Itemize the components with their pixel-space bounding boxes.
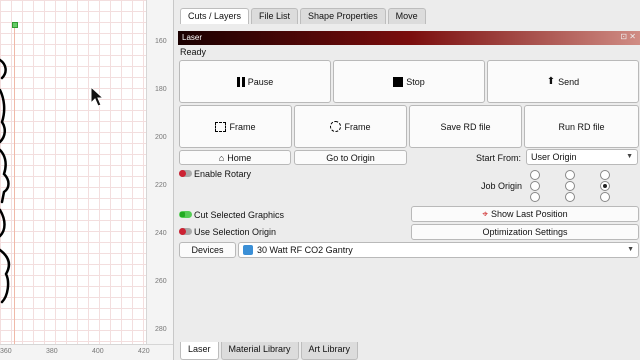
- frame-rect-label: Frame: [229, 121, 256, 132]
- enable-rotary-label: Enable Rotary: [194, 169, 252, 179]
- status-text: Ready: [180, 47, 207, 57]
- job-origin-radio-selected[interactable]: [600, 181, 610, 191]
- selection-handle[interactable]: [12, 22, 18, 28]
- top-tab-bar: Cuts / Layers File List Shape Properties…: [174, 8, 426, 24]
- show-last-position-button[interactable]: ⌖ Show Last Position: [411, 206, 639, 222]
- job-origin-radio[interactable]: [600, 192, 610, 202]
- go-origin-label: Go to Origin: [326, 152, 375, 163]
- tab-shape-properties[interactable]: Shape Properties: [300, 8, 386, 24]
- device-select[interactable]: 30 Watt RF CO2 Gantry ▼: [238, 242, 639, 258]
- use-selection-origin-toggle[interactable]: [179, 228, 192, 235]
- job-origin-radio[interactable]: [600, 170, 610, 180]
- optimization-settings-button[interactable]: Optimization Settings: [411, 224, 639, 240]
- cut-selected-label: Cut Selected Graphics: [194, 210, 285, 220]
- h-tick: 420: [138, 348, 150, 355]
- devices-label: Devices: [191, 245, 224, 255]
- tab-file-list[interactable]: File List: [251, 8, 299, 24]
- device-value: 30 Watt RF CO2 Gantry: [257, 245, 353, 255]
- home-button[interactable]: ⌂ Home: [179, 150, 291, 165]
- run-rd-label: Run RD file: [558, 121, 605, 132]
- home-label: Home: [227, 152, 252, 163]
- h-tick: 380: [46, 348, 58, 355]
- job-origin-radio[interactable]: [565, 192, 575, 202]
- tab-move[interactable]: Move: [387, 8, 426, 24]
- v-tick: 240: [155, 230, 167, 237]
- run-rd-button[interactable]: Run RD file: [524, 105, 639, 148]
- job-origin-radio[interactable]: [530, 181, 540, 191]
- tab-laser[interactable]: Laser: [180, 342, 219, 360]
- tab-cuts-layers[interactable]: Cuts / Layers: [180, 8, 250, 24]
- right-panel: Cuts / Layers File List Shape Properties…: [174, 0, 640, 360]
- design-canvas[interactable]: 160 180 200 220 240 260 280 360 380 400 …: [0, 0, 174, 360]
- tab-material-library[interactable]: Material Library: [220, 342, 299, 360]
- frame-circle-label: Frame: [344, 121, 371, 132]
- job-origin-radio[interactable]: [565, 170, 575, 180]
- v-tick: 220: [155, 182, 167, 189]
- optimization-settings-label: Optimization Settings: [482, 227, 568, 237]
- start-from-value: User Origin: [531, 152, 577, 162]
- upload-icon: ⬆: [546, 76, 556, 87]
- frame-rect-button[interactable]: Frame: [179, 105, 292, 148]
- frame-circle-icon: [330, 121, 342, 132]
- pause-icon: [236, 76, 245, 87]
- device-icon: [243, 245, 253, 255]
- mouse-cursor-icon: [90, 86, 105, 107]
- go-to-origin-button[interactable]: Go to Origin: [294, 150, 407, 165]
- h-tick: 360: [0, 348, 12, 355]
- stop-icon: [393, 76, 404, 87]
- frame-rect-icon: [215, 121, 227, 132]
- dock-close-icon[interactable]: ⊡ ✕: [620, 32, 636, 41]
- devices-button[interactable]: Devices: [179, 242, 236, 258]
- frame-circle-button[interactable]: Frame: [294, 105, 407, 148]
- enable-rotary-toggle[interactable]: [179, 170, 192, 177]
- send-label: Send: [558, 76, 580, 87]
- use-selection-origin-label: Use Selection Origin: [194, 227, 277, 237]
- laser-title: Laser: [182, 33, 203, 42]
- start-from-select[interactable]: User Origin ▼: [526, 149, 638, 165]
- laser-window-header: Laser ⊡ ✕: [178, 31, 640, 45]
- job-origin-radio[interactable]: [530, 192, 540, 202]
- save-rd-button[interactable]: Save RD file: [409, 105, 522, 148]
- job-origin-radio[interactable]: [530, 170, 540, 180]
- chevron-down-icon: ▼: [626, 153, 633, 160]
- stop-button[interactable]: Stop: [333, 60, 485, 103]
- v-tick: 200: [155, 134, 167, 141]
- home-icon: ⌂: [218, 152, 225, 163]
- drawing-shape[interactable]: [0, 50, 30, 350]
- h-tick: 400: [92, 348, 104, 355]
- show-last-position-label: Show Last Position: [491, 209, 568, 219]
- job-origin-label: Job Origin: [481, 181, 523, 191]
- v-tick: 280: [155, 326, 167, 333]
- cut-selected-toggle[interactable]: [179, 211, 192, 218]
- v-tick: 160: [155, 38, 167, 45]
- v-tick: 180: [155, 86, 167, 93]
- tab-art-library[interactable]: Art Library: [300, 342, 359, 360]
- job-origin-radio[interactable]: [565, 181, 575, 191]
- bottom-tab-bar: Laser Material Library Art Library: [174, 342, 359, 360]
- start-from-label: Start From:: [476, 153, 522, 163]
- v-tick: 260: [155, 278, 167, 285]
- vertical-ruler: 160 180 200 220 240 260 280: [146, 0, 173, 344]
- pause-button[interactable]: Pause: [179, 60, 331, 103]
- chevron-down-icon: ▼: [627, 246, 634, 253]
- save-rd-label: Save RD file: [440, 121, 491, 132]
- stop-label: Stop: [406, 76, 425, 87]
- pause-label: Pause: [247, 76, 274, 87]
- horizontal-ruler: 360 380 400 420: [0, 344, 173, 360]
- send-button[interactable]: ⬆ Send: [487, 60, 639, 103]
- crosshair-icon: ⌖: [482, 208, 489, 220]
